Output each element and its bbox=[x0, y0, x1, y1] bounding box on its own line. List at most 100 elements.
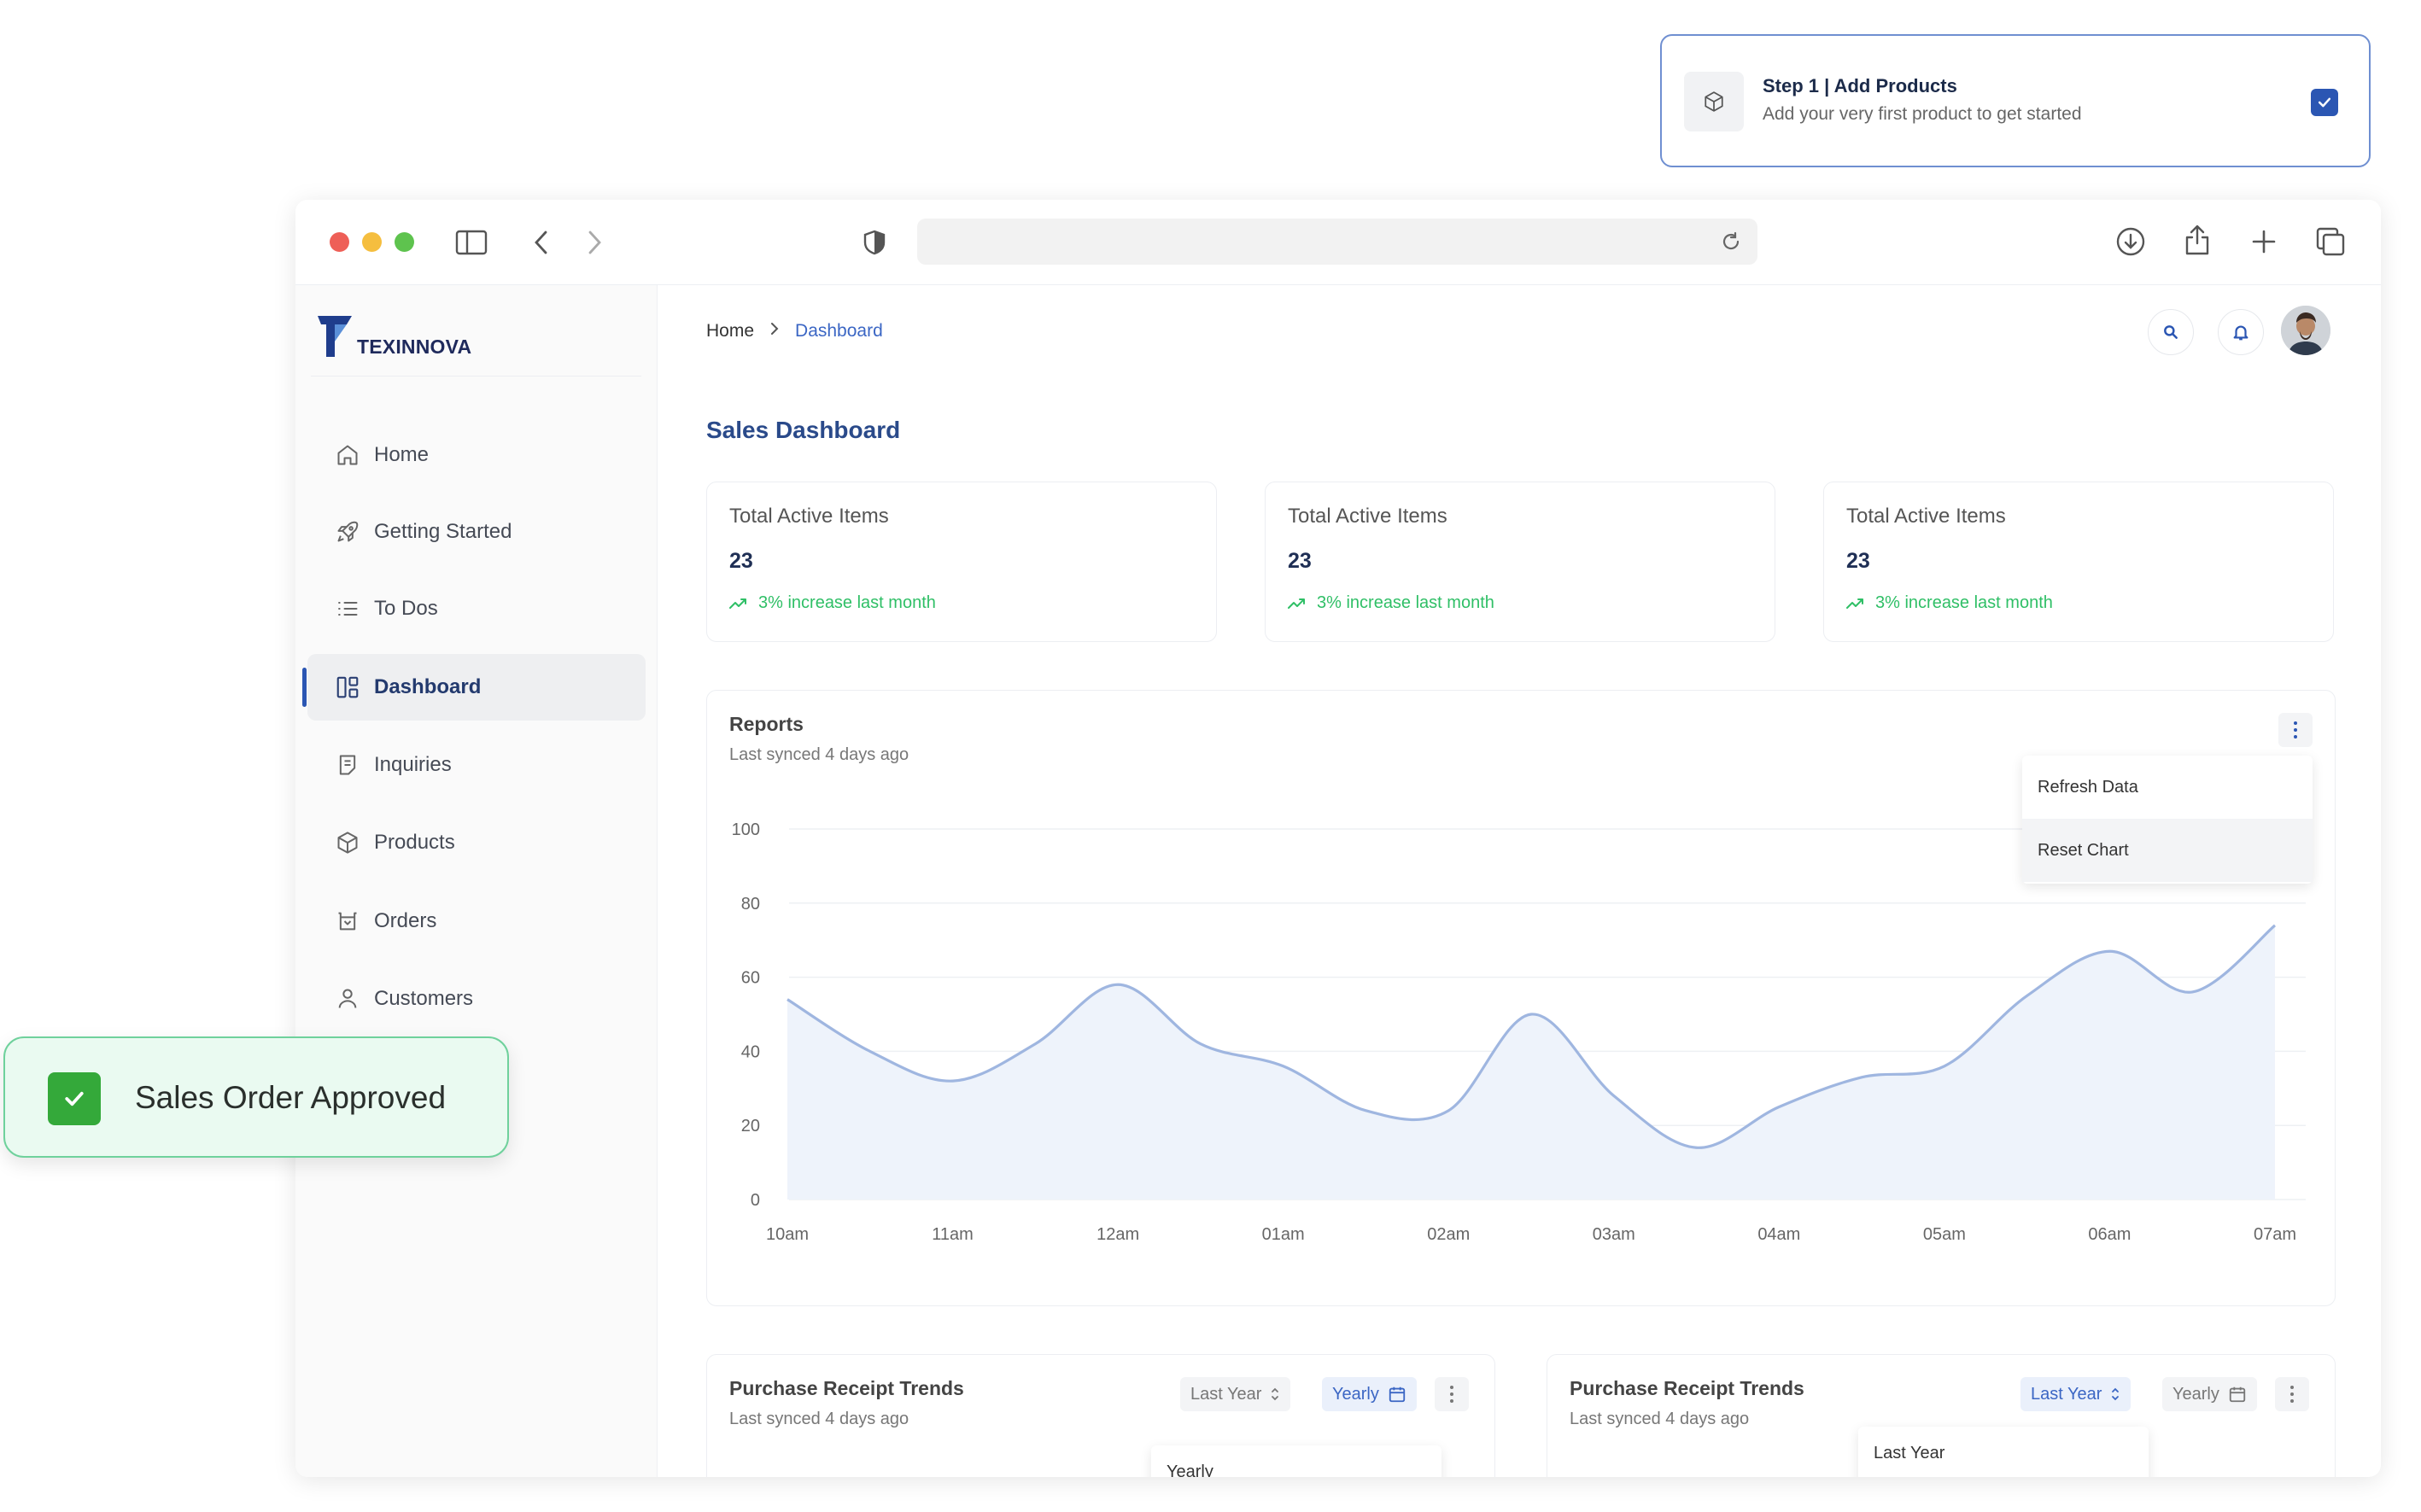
address-bar[interactable] bbox=[917, 219, 1757, 265]
download-icon[interactable] bbox=[2113, 224, 2149, 260]
x-tick-label: 03am bbox=[1593, 1225, 1635, 1244]
search-button[interactable] bbox=[2148, 309, 2194, 355]
stat-trend: 3% increase last month bbox=[1846, 593, 2053, 613]
more-options-button[interactable] bbox=[2275, 1377, 2309, 1411]
x-tick-label: 12am bbox=[1096, 1225, 1139, 1244]
step-subtitle: Add your very first product to get start… bbox=[1763, 104, 2082, 124]
reports-card: 0 20 40 60 80 100 10am 11am 12am 01am 02am 03am 04am… bbox=[706, 690, 2336, 1306]
package-icon bbox=[1684, 72, 1744, 131]
chevron-left-icon[interactable] bbox=[524, 225, 558, 260]
y-tick-label: 20 bbox=[741, 1117, 760, 1135]
plus-icon[interactable] bbox=[2246, 224, 2282, 260]
chevron-up-down-icon bbox=[1272, 1387, 1279, 1401]
more-options-button[interactable] bbox=[2278, 713, 2313, 747]
sidebar-item-label: Products bbox=[374, 831, 455, 854]
card-title: Reports bbox=[729, 713, 804, 735]
sidebar-item-customers[interactable]: Customers bbox=[307, 966, 646, 1032]
stat-trend-text: 3% increase last month bbox=[1317, 593, 1494, 612]
stat-label: Total Active Items bbox=[1288, 505, 1447, 528]
breadcrumb: Home Dashboard bbox=[706, 321, 883, 342]
granularity-select[interactable]: Yearly bbox=[2162, 1377, 2257, 1411]
sidebar-item-products[interactable]: Products bbox=[307, 809, 646, 876]
sidebar-item-label: Customers bbox=[374, 987, 474, 1010]
sidebar-item-home[interactable]: Home bbox=[307, 422, 646, 488]
rocket-icon bbox=[333, 517, 362, 546]
card-title: Purchase Receipt Trends bbox=[1570, 1377, 1804, 1399]
menu-item-reset-chart[interactable]: Reset Chart bbox=[2022, 819, 2313, 882]
share-icon[interactable] bbox=[2179, 222, 2215, 258]
stat-card: Total Active Items 23 3% increase last m… bbox=[706, 482, 1217, 642]
user-icon bbox=[333, 984, 362, 1013]
chevron-right-icon[interactable] bbox=[577, 225, 611, 260]
main-content: Home Dashboard Sales Dashboard Total Act… bbox=[658, 285, 2381, 1477]
x-tick-label: 06am bbox=[2088, 1225, 2131, 1244]
series-area bbox=[787, 925, 2275, 1200]
sidebar-item-dashboard[interactable]: Dashboard bbox=[302, 654, 646, 721]
chevron-up-down-icon bbox=[2112, 1387, 2120, 1401]
sidebar-item-label: To Dos bbox=[374, 597, 438, 620]
card-subtitle: Last synced 4 days ago bbox=[729, 1410, 909, 1428]
shield-icon[interactable] bbox=[857, 225, 892, 260]
trending-up-icon bbox=[1288, 598, 1305, 609]
breadcrumb-home[interactable]: Home bbox=[706, 321, 754, 342]
check-icon bbox=[2318, 97, 2331, 108]
stat-trend-text: 3% increase last month bbox=[1875, 593, 2053, 612]
logo-mark-icon bbox=[318, 316, 352, 357]
stat-trend: 3% increase last month bbox=[1288, 593, 1494, 613]
tray-icon bbox=[333, 907, 362, 936]
sidebar-item-label: Home bbox=[374, 443, 430, 466]
stat-value: 23 bbox=[1846, 549, 1870, 573]
card-title: Purchase Receipt Trends bbox=[729, 1377, 964, 1399]
sidebar-item-to-dos[interactable]: To Dos bbox=[307, 575, 646, 642]
close-window-button[interactable] bbox=[330, 232, 349, 252]
list-icon bbox=[333, 594, 362, 623]
sidebar-item-orders[interactable]: Orders bbox=[307, 888, 646, 954]
notifications-button[interactable] bbox=[2218, 309, 2264, 355]
sidebar-toggle-icon[interactable] bbox=[454, 225, 488, 260]
tabs-icon[interactable] bbox=[2313, 224, 2348, 260]
toast-notification[interactable]: Sales Order Approved bbox=[3, 1036, 509, 1158]
menu-item[interactable]: Yearly bbox=[1167, 1462, 1213, 1477]
stat-card: Total Active Items 23 3% increase last m… bbox=[1265, 482, 1775, 642]
y-tick-label: 60 bbox=[741, 969, 760, 988]
brand-logo[interactable]: TEXINNOVA bbox=[316, 311, 471, 359]
maximize-window-button[interactable] bbox=[395, 232, 414, 252]
onboarding-step-card[interactable]: Step 1 | Add Products Add your very firs… bbox=[1660, 34, 2371, 167]
granularity-select-value: Yearly bbox=[2172, 1384, 2219, 1404]
x-tick-label: 07am bbox=[2254, 1225, 2296, 1244]
card-subtitle: Last synced 4 days ago bbox=[729, 745, 909, 764]
package-icon bbox=[333, 828, 362, 857]
bell-icon bbox=[2233, 325, 2248, 341]
calendar-icon bbox=[1389, 1386, 1406, 1403]
reload-icon[interactable] bbox=[1718, 229, 1744, 254]
period-select-value: Last Year bbox=[2031, 1384, 2102, 1404]
granularity-select[interactable]: Yearly bbox=[1322, 1377, 1417, 1411]
sidebar-item-label: Orders bbox=[374, 909, 437, 932]
minimize-window-button[interactable] bbox=[362, 232, 382, 252]
browser-window: TEXINNOVA Home Getting Started To Dos Da… bbox=[295, 200, 2381, 1477]
check-icon bbox=[48, 1072, 101, 1125]
menu-item-refresh-data[interactable]: Refresh Data bbox=[2022, 756, 2313, 819]
sidebar-item-getting-started[interactable]: Getting Started bbox=[307, 499, 646, 565]
more-options-button[interactable] bbox=[1435, 1377, 1469, 1411]
avatar[interactable] bbox=[2281, 306, 2330, 355]
granularity-select-value: Yearly bbox=[1332, 1384, 1379, 1404]
home-icon bbox=[333, 441, 362, 470]
period-select[interactable]: Last Year bbox=[2020, 1377, 2132, 1411]
divider bbox=[311, 376, 641, 377]
kebab-icon bbox=[1450, 1386, 1453, 1403]
kebab-icon bbox=[2294, 721, 2297, 738]
x-tick-label: 01am bbox=[1262, 1225, 1305, 1244]
sidebar-item-label: Dashboard bbox=[374, 675, 482, 698]
trending-up-icon bbox=[1846, 598, 1863, 609]
search-icon bbox=[2164, 325, 2178, 339]
menu-item[interactable]: Last Year bbox=[1874, 1444, 1944, 1462]
kebab-icon bbox=[2290, 1386, 2294, 1403]
granularity-menu: Yearly bbox=[1151, 1445, 1441, 1477]
x-tick-label: 11am bbox=[932, 1225, 974, 1244]
x-tick-label: 02am bbox=[1427, 1225, 1470, 1244]
sidebar-item-inquiries[interactable]: Inquiries bbox=[307, 732, 646, 798]
step-checkbox[interactable] bbox=[2311, 89, 2338, 116]
stat-value: 23 bbox=[1288, 549, 1312, 573]
period-select[interactable]: Last Year bbox=[1180, 1377, 1291, 1411]
